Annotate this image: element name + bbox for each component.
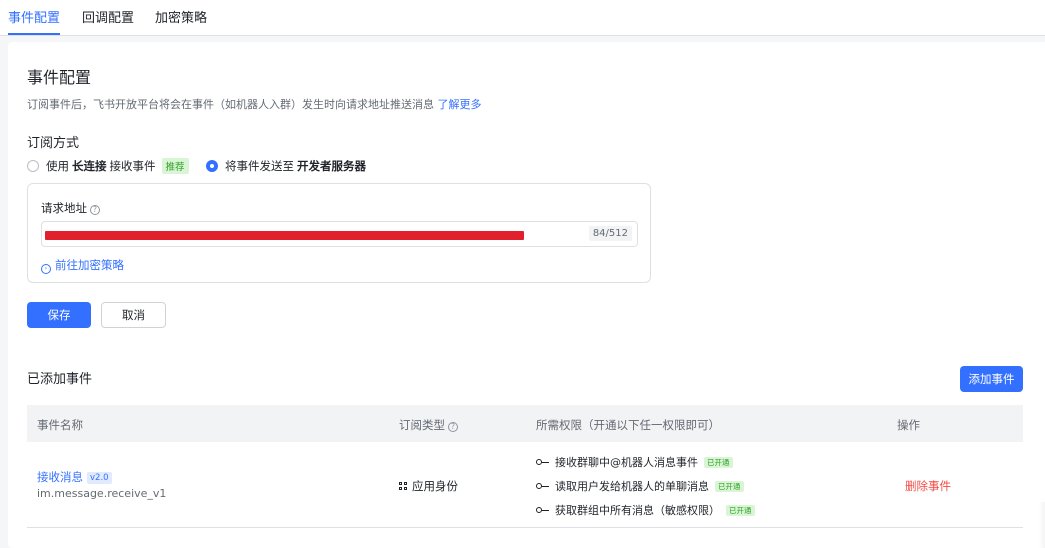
permission-item: 读取用户发给机器人的单聊消息 已开通 <box>536 478 744 494</box>
permission-item: 获取群组中所有消息（敏感权限） 已开通 <box>536 502 755 518</box>
event-name-text[interactable]: 接收消息 <box>37 470 83 484</box>
request-url-input[interactable]: 84/512 <box>41 221 638 247</box>
status-badge: 已开通 <box>704 456 733 468</box>
page-description: 订阅事件后，飞书开放平台将会在事件（如机器人入群）发生时向请求地址推送消息 了解… <box>27 96 482 112</box>
radio-developer-server[interactable]: 将事件发送至 开发者服务器 <box>206 158 369 174</box>
permission-label: 读取用户发给机器人的单聊消息 <box>555 480 709 493</box>
table-row: 接收消息 v2.0 im.message.receive_v1 应用身份 接收群聊… <box>27 442 1023 528</box>
event-config-card: 事件配置 订阅事件后，飞书开放平台将会在事件（如机器人入群）发生时向请求地址推送… <box>8 42 1045 548</box>
help-icon[interactable]: ? <box>448 422 458 432</box>
request-url-label-text: 请求地址 <box>41 201 87 215</box>
add-event-button[interactable]: 添加事件 <box>960 366 1023 392</box>
description-text: 订阅事件后，飞书开放平台将会在事件（如机器人入群）发生时向请求地址推送消息 <box>27 98 434 111</box>
events-table-header: 事件名称 订阅类型? 所需权限（开通以下任一权限即可） 操作 <box>27 405 1023 442</box>
active-tab-indicator <box>8 33 60 35</box>
circle-arrow-icon: › <box>41 264 51 274</box>
tab-encryption-strategy[interactable]: 加密策略 <box>155 7 207 26</box>
subscribe-method-title: 订阅方式 <box>27 136 80 151</box>
goto-encryption-text: 前往加密策略 <box>55 258 124 272</box>
tab-event-config[interactable]: 事件配置 <box>8 7 60 26</box>
event-name[interactable]: 接收消息 v2.0 <box>37 469 112 485</box>
added-events-title: 已添加事件 <box>27 372 93 387</box>
radio-circle-checked[interactable] <box>206 160 218 172</box>
column-header-actions: 操作 <box>897 418 920 432</box>
status-badge: 已开通 <box>726 504 755 516</box>
radio-bold-label: 开发者服务器 <box>297 159 366 173</box>
grid-icon <box>399 482 408 491</box>
permission-label: 接收群聊中@机器人消息事件 <box>555 456 698 469</box>
key-icon <box>536 483 550 489</box>
request-url-label: 请求地址? <box>41 200 100 216</box>
char-counter: 84/512 <box>588 226 632 241</box>
event-id: im.message.receive_v1 <box>37 487 167 500</box>
delete-event-link[interactable]: 删除事件 <box>905 478 951 494</box>
column-header-type: 订阅类型? <box>399 417 458 433</box>
learn-more-link[interactable]: 了解更多 <box>438 98 482 111</box>
radio-suffix: 接收事件 <box>109 159 156 173</box>
status-badge: 已开通 <box>715 480 744 492</box>
tab-callback-config[interactable]: 回调配置 <box>82 7 134 26</box>
column-header-permissions: 所需权限（开通以下任一权限即可） <box>536 418 720 432</box>
subscription-type-text: 应用身份 <box>412 479 458 493</box>
version-badge: v2.0 <box>87 472 112 484</box>
key-icon <box>536 507 550 513</box>
radio-circle[interactable] <box>27 160 39 172</box>
goto-encryption-link[interactable]: › 前往加密策略 <box>41 257 124 274</box>
cancel-button[interactable]: 取消 <box>101 302 166 328</box>
radio-bold-label: 长连接 <box>72 159 107 173</box>
page-title: 事件配置 <box>27 68 92 87</box>
radio-prefix: 将事件发送至 <box>225 159 294 173</box>
radio-long-connection[interactable]: 使用 长连接 接收事件 推荐 <box>27 158 189 174</box>
top-tab-bar: 事件配置 回调配置 加密策略 <box>0 0 1045 36</box>
permission-label: 获取群组中所有消息（敏感权限） <box>555 504 720 517</box>
column-header-type-text: 订阅类型 <box>399 418 445 432</box>
key-icon <box>536 459 550 465</box>
subscription-type: 应用身份 <box>399 478 458 494</box>
permission-item: 接收群聊中@机器人消息事件 已开通 <box>536 454 733 470</box>
request-url-panel: 请求地址? 84/512 › 前往加密策略 <box>27 183 651 283</box>
scroll-shadow <box>1038 502 1045 548</box>
save-button[interactable]: 保存 <box>27 302 91 328</box>
redacted-url-value <box>45 231 524 240</box>
recommend-badge: 推荐 <box>161 158 189 174</box>
radio-prefix: 使用 <box>46 159 69 173</box>
column-header-name: 事件名称 <box>37 418 83 432</box>
help-icon[interactable]: ? <box>90 205 100 215</box>
